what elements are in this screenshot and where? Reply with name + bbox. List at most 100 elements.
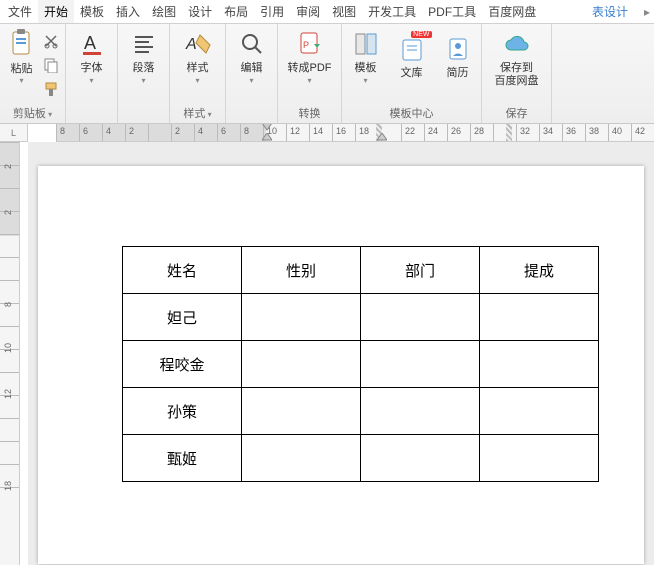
right-indent-marker[interactable]: [377, 133, 387, 142]
table-cell[interactable]: [242, 341, 361, 388]
svg-text:A: A: [84, 33, 96, 53]
document-table[interactable]: 姓名 性别 部门 提成 妲己 程咬金 孙策 甄姬: [122, 246, 599, 482]
tab-table-design[interactable]: 表设计: [586, 0, 634, 23]
table-header-cell[interactable]: 提成: [480, 247, 599, 294]
ruler-horizontal[interactable]: 8642246810121416182224262832343638404244: [56, 124, 654, 142]
table-row[interactable]: 甄姬: [123, 435, 599, 482]
ruler-h-tick: 8: [56, 124, 79, 141]
table-cell[interactable]: [361, 435, 480, 482]
convert-pdf-label: 转成PDF: [288, 62, 332, 75]
menu-tabs: 文件 开始 模板 插入 绘图 设计 布局 引用 审阅 视图 开发工具 PDF工具…: [0, 0, 654, 24]
tabs-scroll-right-icon[interactable]: ▸: [640, 5, 654, 19]
ruler-v-tick: 8: [0, 303, 19, 326]
table-cell[interactable]: [242, 294, 361, 341]
tab-developer[interactable]: 开发工具: [362, 0, 422, 23]
save-cloud-button[interactable]: 保存到百度网盘: [486, 28, 548, 88]
paste-button[interactable]: 粘贴 ▾: [6, 28, 38, 98]
group-paragraph: 段落 ▾: [118, 24, 170, 123]
table-header-cell[interactable]: 姓名: [123, 247, 242, 294]
table-cell[interactable]: [242, 435, 361, 482]
ruler-corner: L: [0, 124, 28, 142]
table-cell[interactable]: [480, 294, 599, 341]
convert-pdf-dropdown-icon: ▾: [307, 76, 311, 85]
table-cell[interactable]: [361, 388, 480, 435]
svg-text:A: A: [185, 36, 197, 53]
library-label: 文库: [401, 67, 423, 80]
group-editing: 编辑 ▾: [226, 24, 278, 123]
table-row[interactable]: 妲己: [123, 294, 599, 341]
template-button[interactable]: 模板 ▾: [343, 28, 389, 85]
tab-design[interactable]: 设计: [182, 0, 218, 23]
group-styles: A 样式 ▾ 样式: [170, 24, 226, 123]
ruler-h-tick: 18: [355, 124, 378, 141]
ruler-break: [506, 124, 512, 141]
editor-area: 姓名 性别 部门 提成 妲己 程咬金 孙策 甄姬: [28, 142, 654, 565]
format-painter-button[interactable]: [42, 80, 60, 98]
table-cell[interactable]: 妲己: [123, 294, 242, 341]
group-label-save: 保存: [482, 105, 551, 121]
resume-button[interactable]: 简历: [435, 28, 481, 85]
template-label: 模板: [355, 62, 377, 75]
table-row[interactable]: 程咬金: [123, 341, 599, 388]
template-dropdown-icon: ▾: [363, 76, 367, 85]
document-page[interactable]: 姓名 性别 部门 提成 妲己 程咬金 孙策 甄姬: [38, 166, 644, 564]
tab-pdf[interactable]: PDF工具: [422, 0, 482, 23]
tab-references[interactable]: 引用: [254, 0, 290, 23]
left-indent-marker[interactable]: [262, 133, 272, 142]
tab-home[interactable]: 开始: [38, 0, 74, 23]
tab-file[interactable]: 文件: [2, 0, 38, 23]
ruler-h-tick: 12: [286, 124, 309, 141]
table-cell[interactable]: 孙策: [123, 388, 242, 435]
tab-baidu[interactable]: 百度网盘: [482, 0, 542, 23]
tab-review[interactable]: 审阅: [290, 0, 326, 23]
group-label-convert: 转换: [278, 105, 341, 121]
table-cell[interactable]: [361, 294, 480, 341]
ruler-h-tick: 14: [309, 124, 332, 141]
group-label-styles[interactable]: 样式: [170, 105, 225, 121]
table-cell[interactable]: [242, 388, 361, 435]
styles-button[interactable]: A 样式 ▾: [175, 28, 221, 85]
tab-view[interactable]: 视图: [326, 0, 362, 23]
tab-insert[interactable]: 插入: [110, 0, 146, 23]
table-header-row[interactable]: 姓名 性别 部门 提成: [123, 247, 599, 294]
cut-button[interactable]: [42, 32, 60, 50]
resume-label: 简历: [447, 67, 469, 80]
svg-text:P: P: [303, 40, 309, 50]
tab-template[interactable]: 模板: [74, 0, 110, 23]
library-button[interactable]: NEW 文库: [389, 28, 435, 85]
convert-pdf-button[interactable]: P 转成PDF ▾: [282, 28, 338, 85]
table-header-cell[interactable]: 部门: [361, 247, 480, 294]
table-header-cell[interactable]: 性别: [242, 247, 361, 294]
pdf-icon: P: [296, 30, 324, 58]
tab-layout[interactable]: 布局: [218, 0, 254, 23]
table-cell[interactable]: 甄姬: [123, 435, 242, 482]
paragraph-dropdown-icon: ▾: [141, 76, 145, 85]
resume-icon: [444, 35, 472, 63]
group-label-clipboard[interactable]: 剪贴板: [0, 105, 65, 121]
font-label: 字体: [81, 62, 103, 75]
cloud-icon: [503, 30, 531, 58]
table-cell[interactable]: [480, 341, 599, 388]
ruler-v-tick: [0, 418, 19, 441]
tab-draw[interactable]: 绘图: [146, 0, 182, 23]
paragraph-button[interactable]: 段落 ▾: [121, 28, 167, 85]
ruler-h-tick: 6: [217, 124, 240, 141]
copy-button[interactable]: [42, 56, 60, 74]
ruler-h-tick: 36: [562, 124, 585, 141]
ruler-v-tick: 10: [0, 349, 19, 372]
first-line-indent-marker[interactable]: [262, 124, 272, 133]
table-row[interactable]: 孙策: [123, 388, 599, 435]
table-cell[interactable]: [480, 435, 599, 482]
paste-label: 粘贴: [11, 60, 33, 76]
styles-icon: A: [184, 30, 212, 58]
ruler-v-tick: 2: [0, 211, 19, 234]
ruler-h-tick: 4: [102, 124, 125, 141]
editing-button[interactable]: 编辑 ▾: [229, 28, 275, 85]
table-cell[interactable]: 程咬金: [123, 341, 242, 388]
group-font: A 字体 ▾: [66, 24, 118, 123]
table-cell[interactable]: [480, 388, 599, 435]
font-button[interactable]: A 字体 ▾: [69, 28, 115, 85]
ruler-vertical[interactable]: 228101218: [0, 142, 20, 565]
table-cell[interactable]: [361, 341, 480, 388]
group-label-template-center: 模板中心: [342, 105, 481, 121]
